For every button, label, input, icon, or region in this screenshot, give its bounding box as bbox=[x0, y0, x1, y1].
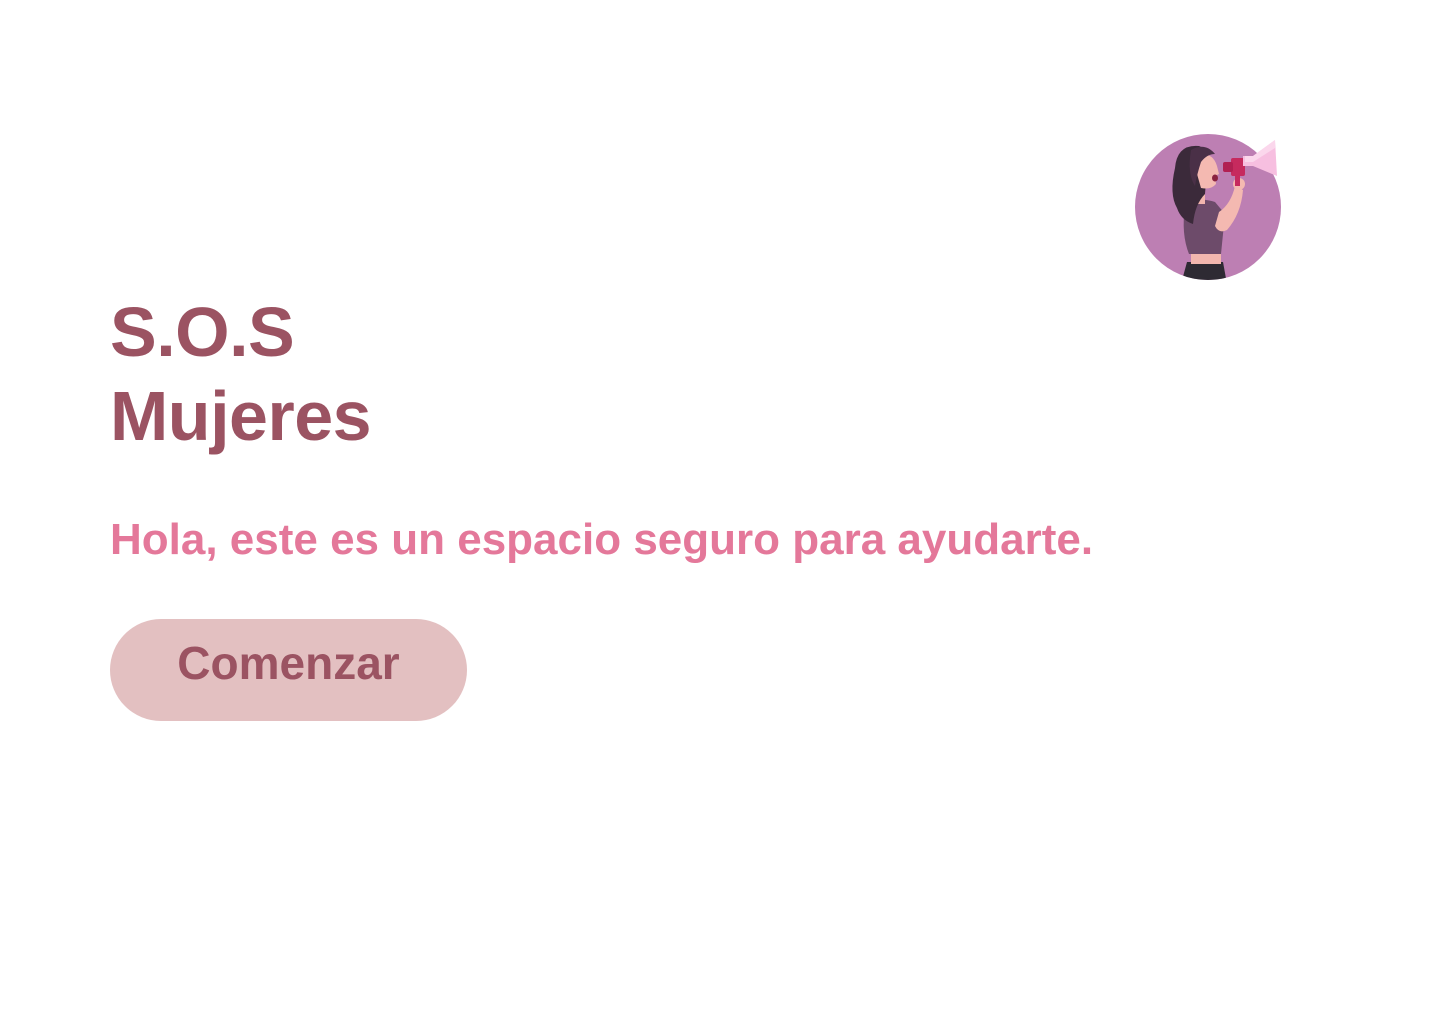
welcome-message: Hola, este es un espacio seguro para ayu… bbox=[110, 515, 1094, 564]
title-line-sos: S.O.S bbox=[110, 293, 295, 371]
page-title: S.O.S Mujeres bbox=[110, 290, 372, 458]
woman-megaphone-icon bbox=[1135, 134, 1281, 280]
landing-page: S.O.S Mujeres Hola, este es un espacio s… bbox=[0, 0, 1440, 1024]
title-line-mujeres: Mujeres bbox=[110, 377, 372, 455]
start-button[interactable]: Comenzar bbox=[110, 619, 467, 721]
